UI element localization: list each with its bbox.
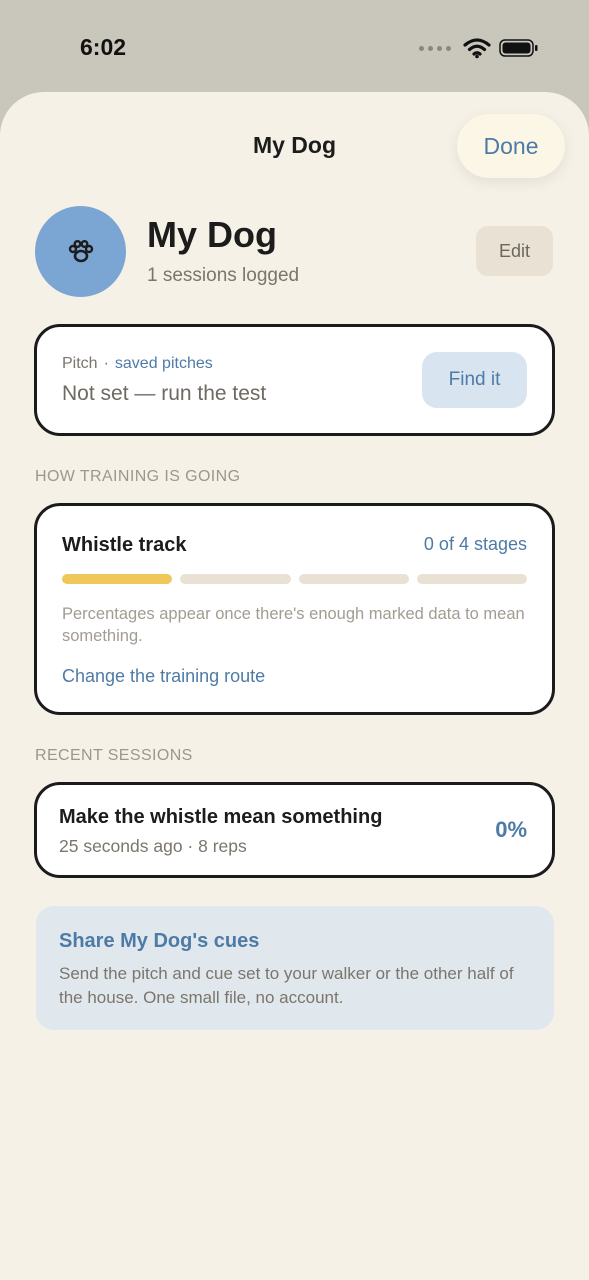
done-button[interactable]: Done bbox=[457, 114, 565, 178]
change-route-link[interactable]: Change the training route bbox=[62, 666, 265, 687]
training-section-header: HOW TRAINING IS GOING bbox=[35, 468, 241, 485]
avatar bbox=[35, 206, 126, 297]
pitch-separator: · bbox=[103, 355, 109, 372]
session-percent: 0% bbox=[495, 817, 527, 842]
status-bar: 6:02 bbox=[0, 0, 589, 92]
stage-segment bbox=[298, 574, 409, 584]
dog-name: My Dog bbox=[147, 214, 277, 255]
edit-button[interactable]: Edit bbox=[476, 226, 553, 276]
battery-icon bbox=[499, 39, 538, 57]
stage-segment bbox=[62, 574, 173, 584]
share-description: Send the pitch and cue set to your walke… bbox=[59, 964, 514, 1007]
status-time: 6:02 bbox=[80, 34, 127, 60]
stage-segment bbox=[180, 574, 291, 584]
track-title: Whistle track bbox=[62, 534, 187, 556]
session-meta: 25 seconds ago · 8 reps bbox=[59, 836, 247, 856]
session-title: Make the whistle mean something bbox=[59, 806, 383, 828]
saved-pitches-link[interactable]: saved pitches bbox=[115, 355, 213, 372]
status-icons bbox=[419, 36, 539, 60]
track-note: Percentages appear once there's enough m… bbox=[62, 605, 525, 645]
share-title: Share My Dog's cues bbox=[59, 930, 260, 952]
signal-icon bbox=[419, 45, 451, 51]
pitch-label: Pitch bbox=[62, 355, 98, 372]
dog-profile-sheet: My Dog Done My Dog 1 sessions logged Edi… bbox=[0, 92, 589, 1280]
pitch-card: Pitch · saved pitches Not set — run the te… bbox=[34, 324, 555, 436]
share-cues-card[interactable]: Share My Dog's cues Send the pitch and c… bbox=[36, 906, 554, 1030]
track-stages: 0 of 4 stages bbox=[423, 534, 527, 554]
training-card: Whistle track 0 of 4 stages Percentages … bbox=[34, 503, 555, 715]
session-row[interactable]: Make the whistle mean something 25 secon… bbox=[34, 782, 555, 878]
paw-icon bbox=[68, 239, 93, 262]
pitch-value: Not set — run the test bbox=[62, 382, 267, 405]
stage-segment bbox=[416, 574, 527, 584]
find-pitch-button[interactable]: Find it bbox=[422, 352, 527, 408]
wifi-icon bbox=[463, 38, 491, 59]
pitch-label-row: Pitch · saved pitches bbox=[62, 355, 213, 373]
sessions-logged-count: 1 sessions logged bbox=[147, 265, 300, 286]
stage-progress-bar bbox=[62, 574, 527, 584]
recent-section-header: RECENT SESSIONS bbox=[35, 747, 193, 764]
